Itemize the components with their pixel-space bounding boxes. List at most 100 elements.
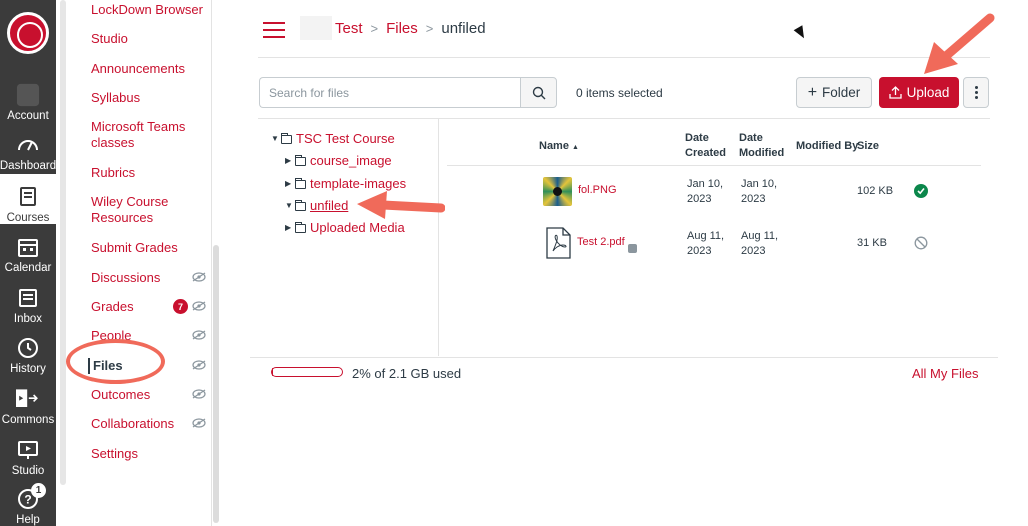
global-nav-inbox[interactable]: Inbox — [0, 275, 56, 325]
breadcrumb-separator-icon: > — [370, 21, 379, 36]
storage-usage-fill — [272, 368, 274, 376]
kebab-icon — [974, 86, 978, 89]
breadcrumb-separator-icon: > — [425, 21, 434, 36]
folder-icon — [295, 154, 306, 166]
all-my-files-link[interactable]: All My Files — [912, 366, 978, 381]
global-nav-commons[interactable]: Commons — [0, 376, 56, 426]
annotation-arrow-icon — [924, 13, 995, 74]
tree-folder-unfiled[interactable]: ▼ unfiled — [285, 198, 348, 214]
breadcrumb-course[interactable]: Test — [335, 20, 363, 37]
more-options-button[interactable] — [963, 77, 989, 108]
upload-icon — [888, 86, 902, 99]
breadcrumb-current: unfiled — [441, 20, 486, 37]
folder-icon — [295, 177, 306, 189]
course-nav-scrollbar[interactable] — [213, 245, 219, 523]
hidden-eye-icon — [192, 418, 206, 428]
cell-size: 102 KB — [857, 185, 894, 197]
restricted-access-icon — [628, 244, 637, 253]
folder-icon — [295, 221, 306, 233]
search-button[interactable] — [520, 77, 557, 108]
global-nav-label: Commons — [1, 414, 55, 426]
column-header-name[interactable]: Name ▲ — [539, 139, 579, 155]
global-nav-help[interactable]: ? Help — [0, 476, 56, 526]
global-nav-label: History — [10, 363, 46, 375]
menu-toggle-button[interactable] — [263, 22, 285, 38]
hidden-eye-icon — [192, 301, 206, 311]
course-nav-collaborations[interactable]: Collaborations — [91, 416, 207, 432]
cell-date-modified: Aug 11, 2023 — [741, 230, 779, 257]
highlight-oval — [66, 339, 165, 384]
selected-count: 0 items selected — [576, 86, 663, 100]
course-nav-outcomes[interactable]: Outcomes — [91, 387, 207, 403]
mouse-cursor-icon — [793, 25, 809, 41]
global-nav-label: Help — [16, 514, 40, 526]
global-nav-label: Courses — [6, 212, 50, 224]
history-icon — [16, 336, 40, 360]
hidden-eye-icon — [192, 272, 206, 282]
column-header-size[interactable]: Size — [857, 139, 879, 154]
studio-icon — [16, 438, 40, 462]
unpublished-icon[interactable] — [914, 236, 928, 250]
cell-date-created: Jan 10, 2023 — [687, 178, 724, 205]
search-icon — [532, 86, 545, 99]
tree-folder-uploaded-media[interactable]: ▶ Uploaded Media — [285, 220, 405, 236]
commons-icon — [16, 387, 40, 411]
account-icon — [16, 83, 40, 107]
file-link-fol-png[interactable]: fol.PNG — [578, 184, 617, 196]
global-nav-account[interactable]: Account — [0, 72, 56, 122]
dashboard-icon — [16, 133, 40, 157]
breadcrumb-files[interactable]: Files — [386, 20, 418, 37]
course-nav-lockdown-browser[interactable]: LockDown Browser — [91, 2, 207, 18]
caret-down-icon[interactable]: ▼ — [285, 198, 295, 214]
column-header-modified-by[interactable]: Modified By — [796, 139, 858, 154]
course-nav-grades[interactable]: Grades — [91, 299, 207, 315]
image-thumbnail[interactable] — [543, 177, 572, 206]
upload-button[interactable]: Upload — [879, 77, 959, 108]
search-input[interactable] — [259, 77, 521, 108]
course-nav-studio[interactable]: Studio — [91, 31, 207, 47]
caret-right-icon[interactable]: ▶ — [285, 153, 295, 169]
svg-text:?: ? — [24, 493, 31, 507]
university-logo[interactable] — [7, 12, 49, 54]
course-nav-microsoft-teams[interactable]: Microsoft Teams classes — [91, 119, 207, 151]
header-divider — [258, 57, 990, 58]
add-folder-button[interactable]: + Folder — [796, 77, 872, 108]
folder-icon — [281, 132, 292, 144]
column-header-date-created[interactable]: Date Created — [685, 131, 730, 161]
published-check-icon[interactable] — [914, 184, 928, 198]
tree-root[interactable]: ▼ TSC Test Course — [271, 131, 395, 147]
course-nav-announcements[interactable]: Announcements — [91, 61, 207, 77]
course-nav-discussions[interactable]: Discussions — [91, 270, 207, 286]
global-nav-studio[interactable]: Studio — [0, 427, 56, 477]
caret-right-icon[interactable]: ▶ — [285, 220, 295, 236]
folder-icon — [295, 199, 306, 211]
global-nav-calendar[interactable]: Calendar — [0, 224, 56, 274]
breadcrumb: Test > Files > unfiled — [335, 20, 486, 37]
annotation-arrow-icon — [357, 191, 445, 219]
course-nav-rubrics[interactable]: Rubrics — [91, 165, 207, 181]
calendar-icon — [16, 235, 40, 259]
upload-label: Upload — [906, 85, 950, 100]
tree-folder-course-image[interactable]: ▶ course_image — [285, 153, 392, 169]
global-nav-label: Calendar — [4, 262, 52, 274]
global-nav-label: Account — [7, 110, 49, 122]
course-nav-settings[interactable]: Settings — [91, 446, 207, 462]
caret-down-icon[interactable]: ▼ — [271, 131, 281, 147]
pane-divider-top — [258, 118, 990, 119]
file-link-test-2-pdf[interactable]: Test 2.pdf — [577, 236, 625, 248]
course-nav: LockDown Browser Studio Announcements Sy… — [66, 0, 212, 526]
global-nav-courses[interactable]: Courses — [0, 174, 56, 224]
caret-right-icon[interactable]: ▶ — [285, 176, 295, 192]
column-header-date-modified[interactable]: Date Modified — [739, 131, 784, 161]
global-nav-history[interactable]: History — [0, 325, 56, 375]
breadcrumb-course-code — [300, 16, 332, 40]
course-nav-syllabus[interactable]: Syllabus — [91, 90, 207, 106]
course-nav-wiley[interactable]: Wiley Course Resources — [91, 194, 207, 226]
cell-date-created: Aug 11, 2023 — [687, 230, 725, 257]
global-nav-label: Dashboard — [0, 160, 57, 172]
pdf-file-icon[interactable] — [546, 227, 571, 259]
courses-icon — [16, 185, 40, 209]
global-nav-dashboard[interactable]: Dashboard — [0, 122, 56, 172]
sort-ascending-icon: ▲ — [572, 144, 579, 151]
course-nav-submit-grades[interactable]: Submit Grades — [91, 240, 207, 256]
